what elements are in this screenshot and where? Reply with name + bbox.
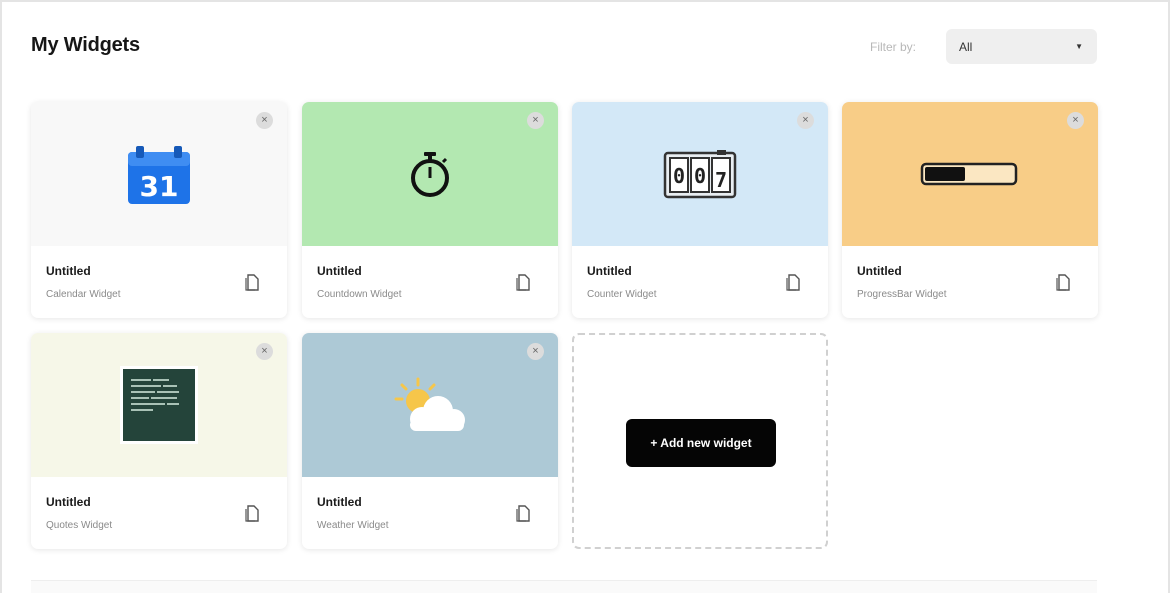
copy-icon[interactable] xyxy=(786,274,800,291)
remove-widget-button[interactable]: × xyxy=(797,112,814,129)
add-widget-button[interactable]: + Add new widget xyxy=(626,419,776,467)
add-widget-card: + Add new widget xyxy=(572,333,828,549)
widget-type: Weather Widget xyxy=(317,520,389,531)
chevron-down-icon: ▼ xyxy=(1075,42,1083,51)
remove-widget-button[interactable]: × xyxy=(527,112,544,129)
widget-card-calendar[interactable]: 31 × Untitled Calendar Widget xyxy=(31,102,287,318)
quote-board-icon xyxy=(120,366,198,444)
remove-widget-button[interactable]: × xyxy=(256,112,273,129)
widget-title: Untitled xyxy=(587,264,632,278)
widget-card-progressbar[interactable]: × Untitled ProgressBar Widget xyxy=(842,102,1098,318)
filter-label: Filter by: xyxy=(870,40,917,54)
widget-card-countdown[interactable]: × Untitled Countdown Widget xyxy=(302,102,558,318)
weather-icon xyxy=(394,377,465,431)
widget-thumbnail xyxy=(842,102,1098,246)
progress-bar-icon xyxy=(920,162,1018,186)
widget-thumbnail xyxy=(302,333,558,477)
copy-icon[interactable] xyxy=(516,505,530,522)
widget-title: Untitled xyxy=(46,264,91,278)
counter-icon: 0 0 7 xyxy=(663,150,737,199)
widget-title: Untitled xyxy=(317,264,362,278)
remove-widget-button[interactable]: × xyxy=(527,343,544,360)
remove-widget-button[interactable]: × xyxy=(1067,112,1084,129)
calendar-day-number: 31 xyxy=(140,170,179,203)
widget-thumbnail: 31 xyxy=(31,102,287,246)
widget-card-quotes[interactable]: × Untitled Quotes Widget xyxy=(31,333,287,549)
filter-select-value: All xyxy=(959,39,973,54)
widget-card-counter[interactable]: 0 0 7 × Untitled Counter Widget xyxy=(572,102,828,318)
widget-type: ProgressBar Widget xyxy=(857,289,947,300)
widget-title: Untitled xyxy=(317,495,362,509)
widget-thumbnail: 0 0 7 xyxy=(572,102,828,246)
stopwatch-icon xyxy=(411,152,449,197)
copy-icon[interactable] xyxy=(245,274,259,291)
counter-digit: 0 xyxy=(673,164,685,188)
widget-thumbnail xyxy=(302,102,558,246)
calendar-icon: 31 xyxy=(128,146,190,204)
copy-icon[interactable] xyxy=(245,505,259,522)
widget-type: Counter Widget xyxy=(587,289,657,300)
progress-bar-fill xyxy=(925,167,965,181)
widget-type: Countdown Widget xyxy=(317,289,402,300)
page-title: My Widgets xyxy=(31,34,140,56)
widget-card-weather[interactable]: × Untitled Weather Widget xyxy=(302,333,558,549)
copy-icon[interactable] xyxy=(516,274,530,291)
filter-select[interactable]: All ▼ xyxy=(946,29,1097,64)
widget-title: Untitled xyxy=(46,495,91,509)
counter-digit: 7 xyxy=(715,168,727,192)
widget-type: Calendar Widget xyxy=(46,289,121,300)
copy-icon[interactable] xyxy=(1056,274,1070,291)
remove-widget-button[interactable]: × xyxy=(256,343,273,360)
widget-type: Quotes Widget xyxy=(46,520,113,531)
widget-title: Untitled xyxy=(857,264,902,278)
widget-thumbnail xyxy=(31,333,287,477)
next-row-edge xyxy=(31,580,1097,593)
counter-digit: 0 xyxy=(694,164,706,188)
